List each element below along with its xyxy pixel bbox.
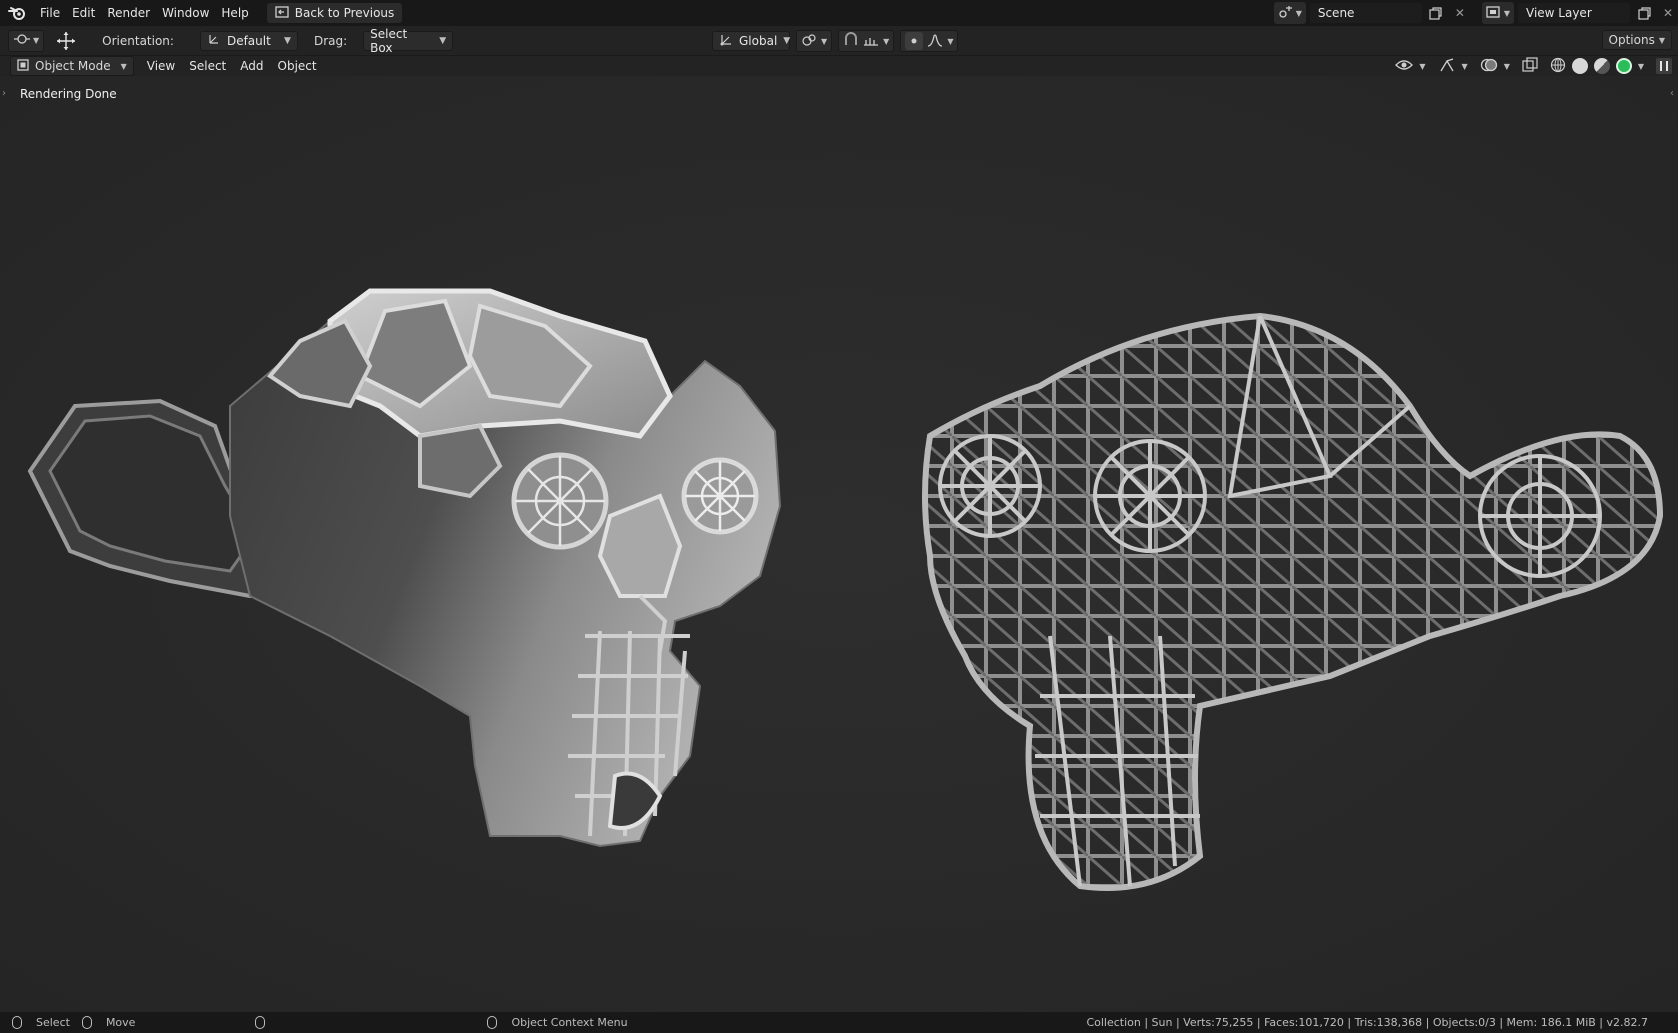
status-move-label: Move [105,1016,136,1029]
status-select-label: Select [36,1016,70,1029]
transform-orientation-dropdown[interactable]: Global ▼ [712,31,790,51]
chevron-down-icon: ▼ [1658,35,1665,45]
menu-edit[interactable]: Edit [66,2,101,24]
gizmo-icon[interactable] [1438,57,1456,76]
chevron-down-icon: ▼ [883,36,890,46]
scene-icon [1278,5,1294,22]
chevron-down-icon: ▼ [439,35,447,46]
sidebar-toggle-icon[interactable] [1656,58,1672,74]
chevron-down-icon: ▼ [1637,61,1644,71]
scene-statistics: Collection | Sun | Verts:75,255 | Faces:… [1086,1016,1648,1029]
global-icon [719,33,733,50]
wireframe-shading-icon[interactable] [1550,57,1566,76]
chevron-down-icon: ▼ [33,36,40,45]
chevron-down-icon: ▼ [284,35,291,46]
menu-render[interactable]: Render [101,2,156,24]
tool-settings-header: ▼ Orientation: Default ▼ Drag: Select Bo… [0,26,1678,56]
proportional-icon[interactable] [905,32,924,50]
back-to-previous-label: Back to Previous [294,6,395,20]
options-label: Options [1608,33,1655,47]
snap-icon[interactable] [843,31,859,51]
chevron-down-icon: ▼ [1295,8,1302,18]
status-context-label: Object Context Menu [511,1016,628,1029]
snap-increment-icon[interactable] [863,33,879,50]
chevron-down-icon: ▼ [1419,61,1426,71]
chevron-down-icon: ▼ [120,61,127,71]
view-layer-name-field[interactable]: View Layer [1518,3,1630,23]
falloff-curve-icon[interactable] [927,33,943,50]
close-scene-icon[interactable]: ✕ [1450,2,1470,24]
xray-icon[interactable] [1522,56,1538,76]
mouse-left-icon [12,1016,22,1029]
status-context-hint: Object Context Menu [487,1016,628,1029]
orientation-label: Orientation: [102,33,174,48]
menu-help[interactable]: Help [215,2,254,24]
menu-file[interactable]: File [34,2,66,24]
overlay-icon[interactable] [1480,57,1498,76]
editor-type-button[interactable]: ▼ [8,29,45,52]
chevron-down-icon: ▼ [821,36,828,46]
material-shading-icon[interactable] [1593,58,1610,74]
back-to-previous-button[interactable]: Back to Previous [266,3,403,23]
status-move-hint: Move [81,1016,136,1029]
status-bar: Select Move Object Context Menu Collecti… [0,1012,1678,1033]
menu-window[interactable]: Window [156,2,215,24]
orientation-value: Default [226,33,271,48]
render-preview [0,76,1678,1012]
viewport-header: Object Mode ▼ View Select Add Object ▼ ▼… [0,56,1678,76]
drag-label: Drag: [313,33,348,48]
3d-viewport[interactable]: Rendering Done › ‹ [0,76,1678,1012]
duplicate-scene-icon[interactable] [1426,2,1446,24]
interaction-mode-value: Object Mode [35,59,111,73]
scene-selector-button[interactable]: ▼ [1273,2,1306,24]
visibility-icon[interactable] [1395,58,1414,75]
mouse-right-icon [487,1016,498,1029]
toolbar-expand-icon[interactable]: › [2,88,6,99]
viewport-menu-object[interactable]: Object [271,59,324,73]
viewport-menu-select[interactable]: Select [182,59,233,73]
transform-orientation-value: Global [739,34,778,48]
chevron-down-icon: ▼ [783,36,791,46]
orientation-icon [207,32,221,49]
blender-logo-icon[interactable] [0,0,34,26]
viewport-menu-view[interactable]: View [140,59,182,73]
rendered-shading-icon[interactable] [1615,58,1632,74]
pivot-point-dropdown[interactable]: ▼ [796,30,833,52]
chevron-down-icon: ▼ [1503,8,1510,18]
back-icon [275,5,289,21]
status-select-hint: Select [12,1016,70,1029]
close-view-layer-icon[interactable]: ✕ [1658,2,1678,24]
mouse-right-icon [255,1016,266,1029]
editor-type-icon [13,32,31,49]
viewport-menu-add[interactable]: Add [233,59,270,73]
render-status-text: Rendering Done [20,87,117,101]
scene-name-field[interactable]: Scene [1309,3,1422,23]
drag-value: Select Box [370,26,408,55]
status-mouse-hint [255,1016,266,1029]
options-dropdown[interactable]: Options ▼ [1601,30,1672,50]
sidebar-expand-icon[interactable]: ‹ [1670,88,1674,99]
object-mode-icon [17,58,29,74]
pivot-icon [801,33,817,50]
interaction-mode-dropdown[interactable]: Object Mode ▼ [10,56,134,76]
view-layer-icon [1486,5,1502,22]
solid-shading-icon[interactable] [1571,58,1588,74]
duplicate-view-layer-icon[interactable] [1634,2,1654,24]
orientation-dropdown[interactable]: Default ▼ [199,30,298,51]
chevron-down-icon: ▼ [1503,61,1510,71]
top-menu-bar: File Edit Render Window Help Back to Pre… [0,0,1678,26]
proportional-editing-group[interactable]: ▼ [900,30,959,52]
move-tool-icon[interactable] [52,30,80,52]
snap-group[interactable]: ▼ [838,30,895,52]
chevron-down-icon: ▼ [1461,61,1468,71]
mouse-middle-icon [81,1016,92,1029]
chevron-down-icon: ▼ [947,36,954,46]
drag-dropdown[interactable]: Select Box ▼ [363,27,454,55]
view-layer-selector-button[interactable]: ▼ [1481,2,1514,24]
